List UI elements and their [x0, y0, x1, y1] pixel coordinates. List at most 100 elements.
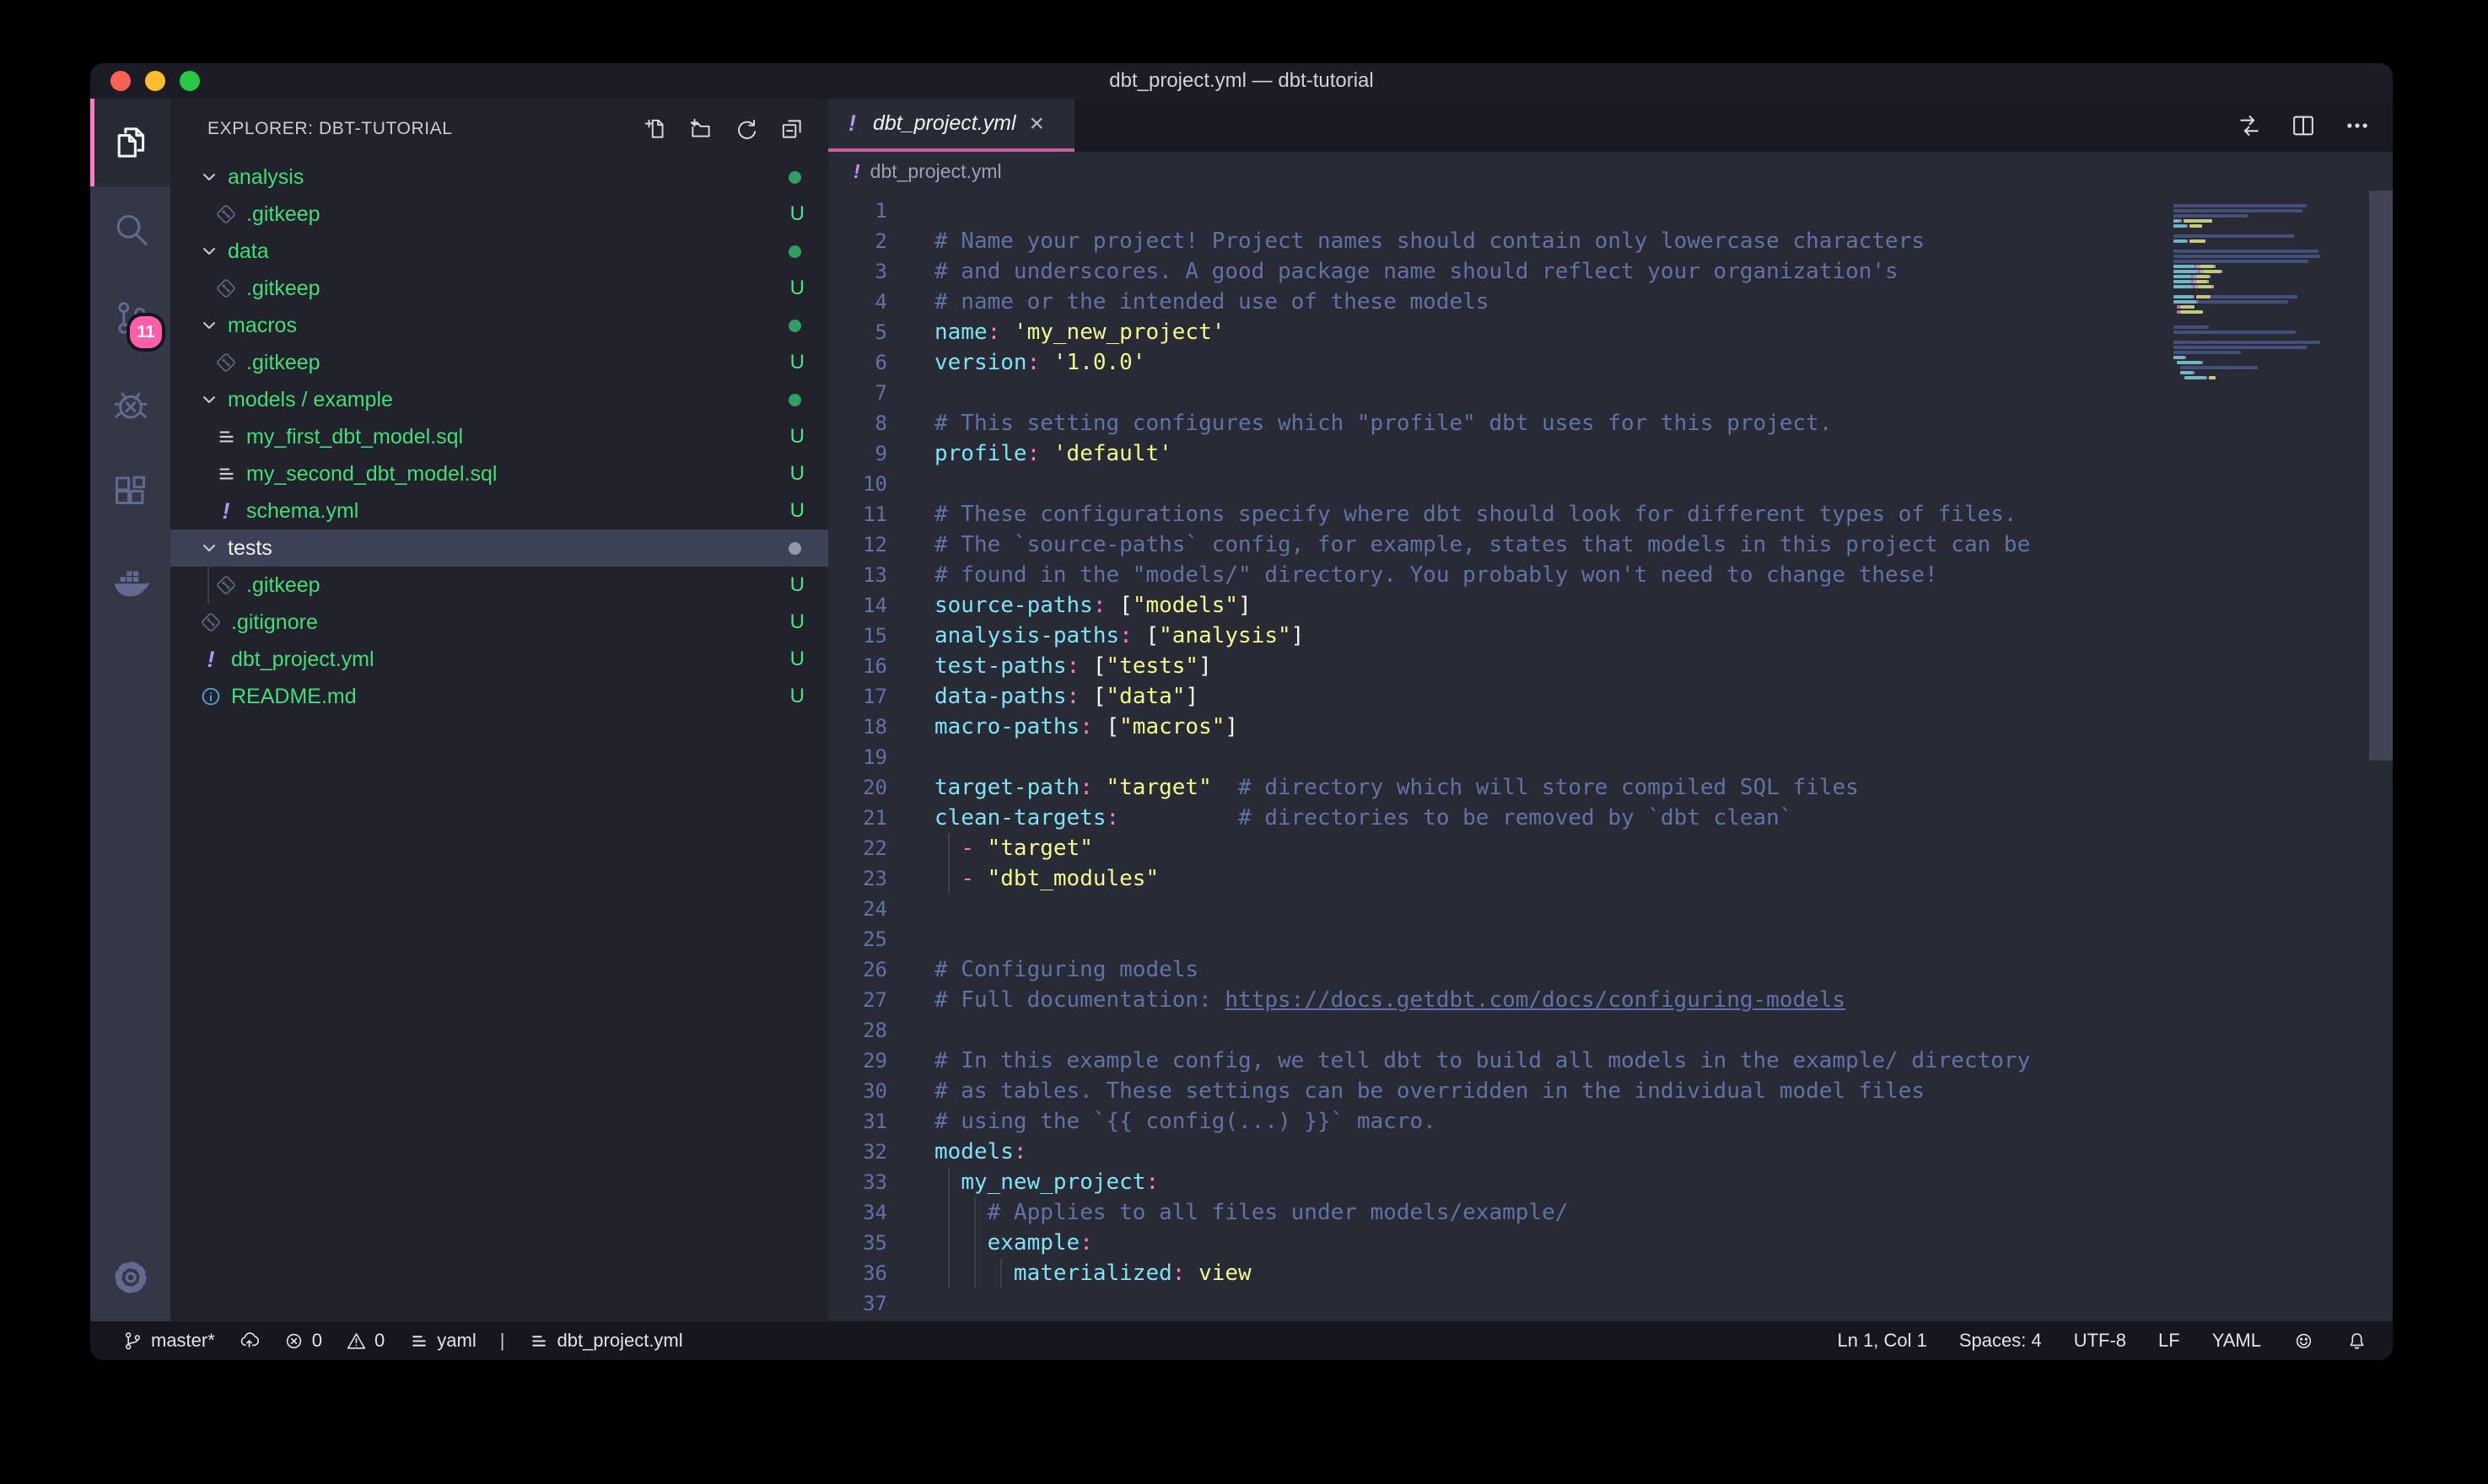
code-line-33[interactable]: 33 my_new_project:: [828, 1167, 2393, 1197]
code-line-27[interactable]: 27# Full documentation: https://docs.get…: [828, 985, 2393, 1015]
code-line-17[interactable]: 17data-paths: ["data"]: [828, 681, 2393, 712]
activity-item-debug[interactable]: [90, 362, 170, 449]
code-line-18[interactable]: 18macro-paths: ["macros"]: [828, 712, 2393, 742]
editor-scrollbar[interactable]: [2369, 191, 2393, 761]
tree-item--gitkeep[interactable]: .gitkeepU: [170, 567, 828, 604]
tree-item--gitkeep[interactable]: .gitkeepU: [170, 344, 828, 381]
code-line-26[interactable]: 26# Configuring models: [828, 954, 2393, 985]
code-line-32[interactable]: 32models:: [828, 1137, 2393, 1167]
activity-item-docker[interactable]: [90, 537, 170, 625]
token: [1093, 775, 1107, 800]
tree-item--gitignore[interactable]: .gitignoreU: [170, 604, 828, 641]
collapse-folders-button[interactable]: [779, 116, 805, 142]
code-line-28[interactable]: 28: [828, 1015, 2393, 1046]
code-line-10[interactable]: 10: [828, 469, 2393, 499]
status-warning-count[interactable]: 0: [346, 1330, 385, 1352]
minimap-line: [2173, 214, 2367, 218]
code-line-19[interactable]: 19: [828, 742, 2393, 772]
code-line-9[interactable]: 9profile: 'default': [828, 438, 2393, 469]
tree-item-my-second-dbt-model-sql[interactable]: my_second_dbt_model.sqlU: [170, 455, 828, 492]
code-line-20[interactable]: 20target-path: "target" # directory whic…: [828, 772, 2393, 803]
code-line-1[interactable]: 1: [828, 196, 2393, 226]
code-line-16[interactable]: 16test-paths: ["tests"]: [828, 651, 2393, 681]
activity-item-search[interactable]: [90, 186, 170, 274]
code-line-34[interactable]: 34 # Applies to all files under models/e…: [828, 1197, 2393, 1228]
more-actions-button[interactable]: [2344, 112, 2371, 139]
code-line-37[interactable]: 37: [828, 1288, 2393, 1319]
token: [: [1080, 653, 1106, 679]
breadcrumb[interactable]: ! dbt_project.yml: [828, 152, 2393, 191]
tree-item-data[interactable]: data: [170, 233, 828, 270]
code-line-36[interactable]: 36 materialized: view: [828, 1258, 2393, 1288]
code-line-31[interactable]: 31# using the `{{ config(...) }}` macro.: [828, 1106, 2393, 1137]
activity-item-settings[interactable]: [90, 1234, 170, 1321]
new-folder-button[interactable]: [688, 116, 714, 142]
status-active-file-outline[interactable]: dbt_project.yml: [528, 1330, 682, 1352]
code-line-21[interactable]: 21clean-targets: # directories to be rem…: [828, 803, 2393, 833]
minimap-line: [2173, 376, 2367, 379]
tree-item-analysis[interactable]: analysis: [170, 159, 828, 196]
code-line-25[interactable]: 25: [828, 924, 2393, 954]
tree-item-schema-yml[interactable]: !schema.ymlU: [170, 492, 828, 530]
status-indentation[interactable]: Spaces: 4: [1959, 1330, 2042, 1352]
status-git-branch[interactable]: master*: [122, 1330, 215, 1352]
tree-item-macros[interactable]: macros: [170, 307, 828, 344]
code-line-14[interactable]: 14source-paths: ["models"]: [828, 590, 2393, 621]
minimap[interactable]: [2173, 199, 2367, 386]
status-cursor-position[interactable]: Ln 1, Col 1: [1837, 1330, 1926, 1352]
code-line-12[interactable]: 12# The `source-paths` config, for examp…: [828, 530, 2393, 560]
new-file-button[interactable]: [643, 116, 668, 142]
tree-item-readme-md[interactable]: README.mdU: [170, 678, 828, 715]
line-number: 33: [828, 1167, 887, 1197]
code-line-13[interactable]: 13# found in the "models/" directory. Yo…: [828, 560, 2393, 590]
status-error-count[interactable]: 0: [283, 1330, 322, 1352]
code-line-15[interactable]: 15analysis-paths: ["analysis"]: [828, 621, 2393, 651]
close-window-button[interactable]: [110, 71, 131, 91]
activity-item-extensions[interactable]: [90, 449, 170, 537]
code-line-4[interactable]: 4# name or the intended use of these mod…: [828, 287, 2393, 317]
code-line-3[interactable]: 3# and underscores. A good package name …: [828, 256, 2393, 287]
minimize-window-button[interactable]: [145, 71, 165, 91]
tree-item-tests[interactable]: tests: [170, 530, 828, 567]
code-line-24[interactable]: 24: [828, 894, 2393, 924]
open-changes-button[interactable]: [2236, 112, 2263, 139]
tree-item--gitkeep[interactable]: .gitkeepU: [170, 270, 828, 307]
list-icon: [528, 1331, 549, 1352]
status-encoding[interactable]: UTF-8: [2074, 1330, 2126, 1352]
status-feedback[interactable]: [2293, 1331, 2314, 1352]
line-content: macro-paths: ["macros"]: [934, 712, 1238, 742]
code-line-8[interactable]: 8# This setting configures which "profil…: [828, 408, 2393, 438]
code-line-2[interactable]: 2# Name your project! Project names shou…: [828, 226, 2393, 256]
activity-item-source-control[interactable]: 11: [90, 274, 170, 362]
code-line-7[interactable]: 7: [828, 378, 2393, 408]
status-eol-sequence[interactable]: LF: [2158, 1330, 2180, 1352]
code-line-5[interactable]: 5name: 'my_new_project': [828, 317, 2393, 347]
split-editor-button[interactable]: [2290, 112, 2317, 139]
code-line-6[interactable]: 6version: '1.0.0': [828, 347, 2393, 378]
minimap-line: [2173, 250, 2367, 253]
code-line-11[interactable]: 11# These configurations specify where d…: [828, 499, 2393, 530]
tree-item-my-first-dbt-model-sql[interactable]: my_first_dbt_model.sqlU: [170, 418, 828, 455]
status-publish-changes[interactable]: [239, 1331, 260, 1352]
status-notifications[interactable]: [2346, 1331, 2367, 1352]
close-tab-icon[interactable]: ×: [1030, 111, 1045, 137]
refresh-explorer-button[interactable]: [734, 116, 759, 142]
minimap-line: [2173, 245, 2367, 248]
git-untracked-badge: U: [790, 277, 805, 300]
code-line-29[interactable]: 29# In this example config, we tell dbt …: [828, 1046, 2393, 1076]
tree-item--gitkeep[interactable]: .gitkeepU: [170, 196, 828, 233]
zoom-window-button[interactable]: [180, 71, 200, 91]
git-untracked-badge: U: [790, 573, 805, 597]
status-language-mode[interactable]: YAML: [2212, 1330, 2261, 1352]
code-line-23[interactable]: 23 - "dbt_modules": [828, 863, 2393, 894]
code-line-30[interactable]: 30# as tables. These settings can be ove…: [828, 1076, 2393, 1106]
code-line-22[interactable]: 22 - "target": [828, 833, 2393, 863]
code-line-35[interactable]: 35 example:: [828, 1228, 2393, 1258]
tab-dbt-project-yml[interactable]: ! dbt_project.yml ×: [828, 99, 1074, 152]
activity-item-explorer[interactable]: [90, 99, 170, 186]
code-editor[interactable]: 12# Name your project! Project names sho…: [828, 191, 2393, 1321]
minimap-line: [2173, 229, 2367, 233]
status-yaml-outline[interactable]: yaml: [408, 1330, 476, 1352]
tree-item-dbt-project-yml[interactable]: !dbt_project.ymlU: [170, 641, 828, 678]
tree-item-models-example[interactable]: models / example: [170, 381, 828, 418]
